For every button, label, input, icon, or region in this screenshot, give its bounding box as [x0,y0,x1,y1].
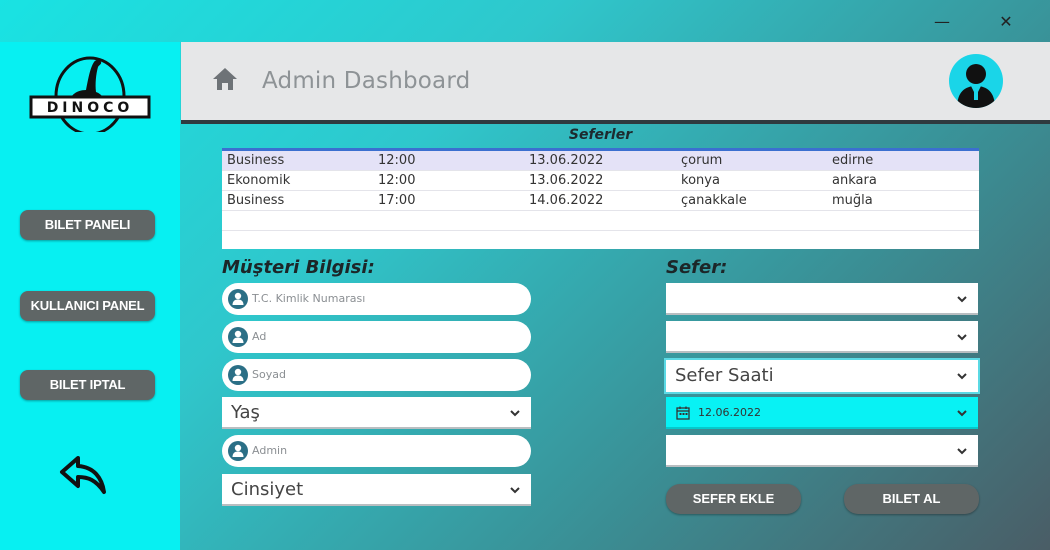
table-row[interactable]: Business 12:00 13.06.2022 çorum edirne [222,151,979,171]
trip-date-value: 12.06.2022 [698,406,761,419]
user-icon [228,441,248,461]
calendar-icon [676,406,690,420]
minimize-button[interactable]: — [924,8,960,36]
header-divider [181,120,1050,124]
table-cell: Ekonomik [227,173,291,188]
table-row[interactable]: Business 17:00 14.06.2022 çanakkale muğl… [222,191,979,211]
admin-avatar-icon[interactable] [949,54,1003,108]
bilet-paneli-button[interactable]: BILET PANELI [20,210,155,240]
table-cell: 13.06.2022 [529,153,604,168]
chevron-down-icon [510,410,520,417]
bilet-iptal-button[interactable]: BILET IPTAL [20,370,155,400]
age-select-value: Yaş [231,402,260,423]
last-name-field[interactable]: Soyad [222,359,531,391]
user-icon [228,289,248,309]
home-icon[interactable] [211,66,239,92]
chevron-down-icon [957,296,967,303]
table-cell: Business [227,193,285,208]
table-cell: Business [227,153,285,168]
first-name-field[interactable]: Ad [222,321,531,353]
username-field[interactable]: Admin [222,435,531,467]
username-value: Admin [252,444,288,457]
first-name-placeholder: Ad [252,330,267,343]
chevron-down-icon [957,334,967,341]
table-cell: çanakkale [681,193,747,208]
table-cell: konya [681,173,720,188]
table-cell: 17:00 [378,193,416,208]
table-cell: 12:00 [378,153,416,168]
chevron-down-icon [510,487,520,494]
close-button[interactable]: ✕ [988,8,1024,36]
dinoco-logo: DINOCO [29,56,151,132]
table-cell: edirne [832,153,874,168]
title-bar: — ✕ [0,0,1050,42]
trip-section-label: Sefer: [666,257,728,278]
table-cell: çorum [681,153,723,168]
sidebar: DINOCO BILET PANELI KULLANICI PANEL BILE… [0,42,180,550]
tc-kimlik-field[interactable]: T.C. Kimlik Numarası [222,283,531,315]
trip-time-select-value: Sefer Saati [675,365,774,386]
undo-arrow-icon[interactable] [58,452,110,496]
trip-select-5[interactable] [666,435,978,467]
trips-table: Business 12:00 13.06.2022 çorum edirne E… [222,148,979,249]
table-row[interactable]: Ekonomik 12:00 13.06.2022 konya ankara [222,171,979,191]
chevron-down-icon [957,410,967,417]
kullanici-panel-button[interactable]: KULLANICI PANEL [20,291,155,321]
table-cell: 12:00 [378,173,416,188]
table-cell: muğla [832,193,873,208]
logo-text: DINOCO [47,100,134,116]
table-cell: ankara [832,173,877,188]
trip-select-1[interactable] [666,283,978,315]
header: Admin Dashboard [181,42,1050,120]
table-cell: 14.06.2022 [529,193,604,208]
user-icon [228,365,248,385]
trips-table-title: Seferler [568,127,633,143]
tc-kimlik-placeholder: T.C. Kimlik Numarası [252,292,366,305]
page-title: Admin Dashboard [262,68,471,94]
trip-date-picker[interactable]: 12.06.2022 [666,397,978,429]
user-icon [228,327,248,347]
add-trip-button[interactable]: SEFER EKLE [666,484,801,514]
buy-ticket-button[interactable]: BILET AL [844,484,979,514]
chevron-down-icon [957,373,967,380]
chevron-down-icon [957,448,967,455]
trip-select-2[interactable] [666,321,978,353]
table-row-empty[interactable] [222,211,979,231]
gender-select[interactable]: Cinsiyet [222,474,531,506]
table-cell: 13.06.2022 [529,173,604,188]
age-select[interactable]: Yaş [222,397,531,429]
trip-time-select[interactable]: Sefer Saati [666,360,978,392]
last-name-placeholder: Soyad [252,368,286,381]
customer-section-label: Müşteri Bilgisi: [222,257,375,278]
gender-select-value: Cinsiyet [231,479,304,500]
